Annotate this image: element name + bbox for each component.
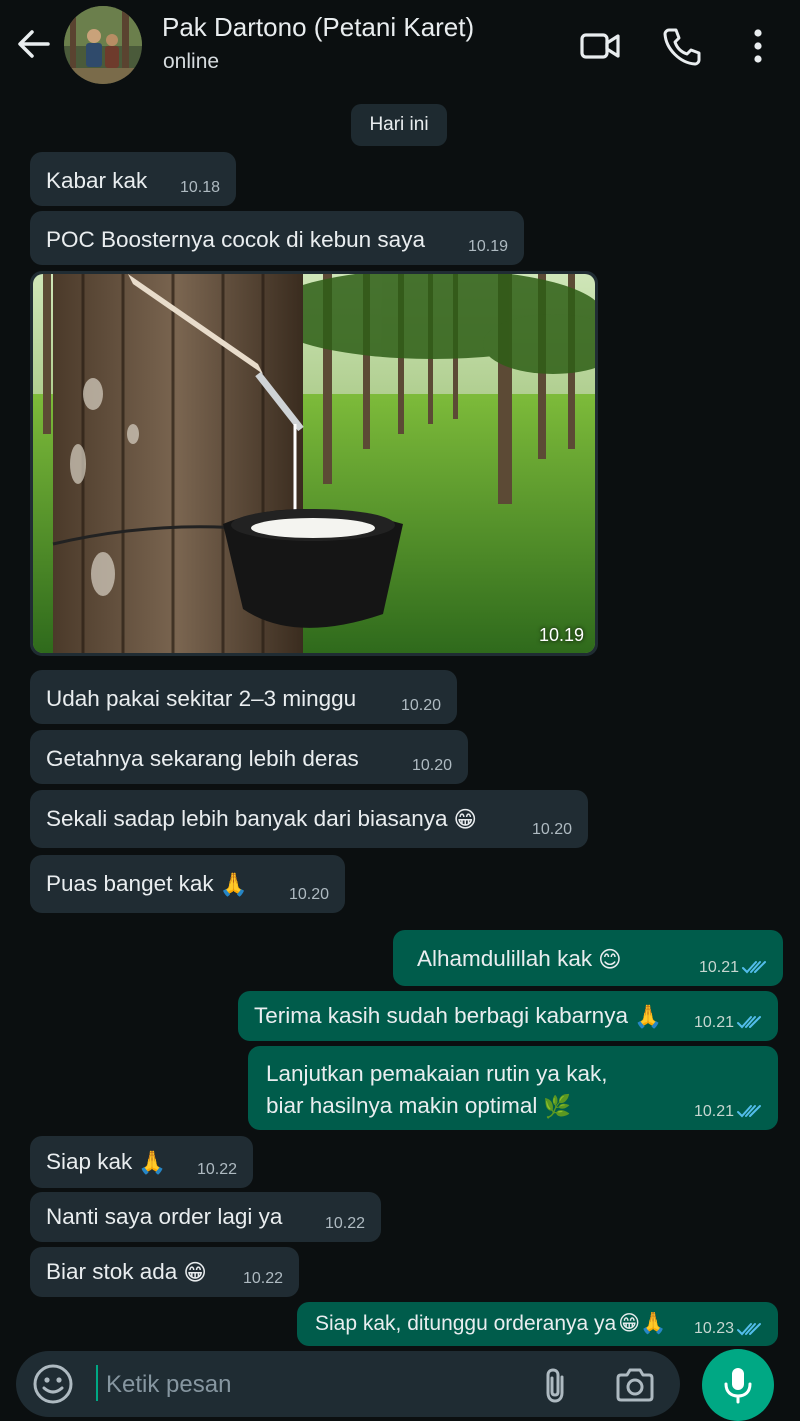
message-bubble-incoming[interactable]: POC Boosternya cocok di kebun saya 10.19 [30, 211, 524, 265]
double-check-read-icon [742, 961, 766, 974]
phone-icon[interactable] [660, 24, 704, 68]
message-text: Kabar kak [46, 168, 148, 193]
double-check-read-icon [737, 1323, 761, 1336]
message-time: 10.20 [288, 886, 329, 903]
message-text: Alhamdulillah kak 😊 [417, 943, 622, 976]
message-bubble-outgoing[interactable]: Siap kak, ditunggu orderanya ya😁🙏 10.23 [297, 1302, 778, 1346]
message-time: 10.21 [693, 1014, 734, 1031]
arrow-left-icon[interactable] [14, 24, 54, 64]
text-cursor [96, 1365, 98, 1401]
grinning-emoji-icon: 😁 [183, 1260, 207, 1286]
message-bubble-incoming[interactable]: Getahnya sekarang lebih deras 10.20 [30, 730, 468, 784]
message-time: 10.20 [531, 821, 572, 838]
message-text-body: Terima kasih sudah berbagi kabarnya [254, 1003, 628, 1028]
date-chip: Hari ini [351, 104, 447, 146]
message-time: 10.22 [242, 1270, 283, 1287]
double-check-read-icon [737, 1016, 761, 1029]
message-bubble-incoming[interactable]: Puas banget kak 🙏 10.20 [30, 855, 345, 913]
message-time: 10.18 [179, 179, 220, 196]
folded-hands-emoji-icon: 🙏 [138, 1150, 167, 1176]
attach-icon[interactable] [536, 1365, 576, 1405]
message-input[interactable] [104, 1362, 528, 1408]
message-text-body: Biar stok ada [46, 1259, 178, 1284]
contact-name[interactable]: Pak Dartono (Petani Karet) [162, 12, 474, 43]
message-bubble-incoming[interactable]: Biar stok ada 😁 10.22 [30, 1247, 299, 1297]
message-text-body: Sekali sadap lebih banyak dari biasanya [46, 806, 448, 831]
message-line-2: biar hasilnya makin optimal [266, 1093, 538, 1118]
message-time: 10.20 [400, 697, 441, 714]
mic-button[interactable] [702, 1349, 774, 1421]
grinning-and-folded-hands-emoji-icon: 😁🙏 [618, 1312, 667, 1336]
message-bubble-outgoing[interactable]: Alhamdulillah kak 😊 10.21 [393, 930, 783, 986]
mic-icon [724, 1368, 752, 1404]
message-time: 10.21 [693, 1103, 734, 1120]
message-time: 10.22 [196, 1161, 237, 1178]
more-vertical-icon[interactable] [736, 24, 780, 68]
avatar[interactable] [64, 6, 142, 84]
message-bubble-incoming[interactable]: Sekali sadap lebih banyak dari biasanya 😁… [30, 790, 588, 848]
message-bubble-outgoing[interactable]: Lanjutkan pemakaian rutin ya kak, biar ha… [248, 1046, 778, 1130]
message-text-body: Siap kak, ditunggu orderanya ya [315, 1312, 617, 1335]
message-text-body: Puas banget kak [46, 871, 214, 896]
message-text: Lanjutkan pemakaian rutin ya kak, biar ha… [266, 1058, 607, 1123]
message-text: Terima kasih sudah berbagi kabarnya 🙏 [254, 1000, 662, 1033]
folded-hands-emoji-icon: 🙏 [633, 1004, 662, 1030]
message-time: 10.23 [693, 1320, 734, 1337]
message-text: Biar stok ada 😁 [46, 1256, 207, 1289]
video-call-icon[interactable] [578, 24, 622, 68]
message-text: Sekali sadap lebih banyak dari biasanya 😁 [46, 803, 477, 836]
message-bubble-outgoing[interactable]: Terima kasih sudah berbagi kabarnya 🙏 10.… [238, 991, 778, 1041]
image-message[interactable]: 10.19 [30, 271, 598, 656]
message-bubble-incoming[interactable]: Nanti saya order lagi ya 10.22 [30, 1192, 381, 1242]
message-time: 10.19 [538, 625, 584, 645]
message-time: 10.22 [324, 1215, 365, 1232]
message-text: Siap kak, ditunggu orderanya ya😁🙏 [315, 1308, 666, 1340]
smiling-emoji-icon: 😊 [598, 947, 622, 973]
emoji-icon[interactable] [32, 1363, 74, 1405]
double-check-read-icon [737, 1105, 761, 1118]
message-bubble-incoming[interactable]: Kabar kak 10.18 [30, 152, 236, 206]
camera-icon[interactable] [614, 1365, 656, 1405]
folded-hands-emoji-icon: 🙏 [219, 872, 248, 898]
message-text: Puas banget kak 🙏 [46, 868, 248, 901]
contact-status: online [163, 50, 220, 73]
grinning-emoji-icon: 😁 [453, 807, 477, 833]
message-text: Udah pakai sekitar 2–3 minggu [46, 686, 357, 711]
message-text: Getahnya sekarang lebih deras [46, 746, 359, 771]
message-text-body: Siap kak [46, 1149, 133, 1174]
message-text-body: Alhamdulillah kak [417, 946, 593, 971]
message-line-1: Lanjutkan pemakaian rutin ya kak, [266, 1061, 608, 1086]
message-text: Siap kak 🙏 [46, 1146, 166, 1179]
message-text: Nanti saya order lagi ya [46, 1204, 283, 1229]
chat-header: Pak Dartono (Petani Karet) online [0, 0, 800, 92]
message-text: POC Boosternya cocok di kebun saya [46, 227, 425, 252]
message-composer [16, 1351, 680, 1417]
rubber-tree-photo[interactable] [33, 274, 595, 653]
message-time: 10.20 [411, 757, 452, 774]
message-bubble-incoming[interactable]: Siap kak 🙏 10.22 [30, 1136, 253, 1188]
message-time: 10.21 [698, 959, 739, 976]
herb-emoji-icon: 🌿 [543, 1094, 572, 1120]
message-time: 10.19 [467, 238, 508, 255]
message-bubble-incoming[interactable]: Udah pakai sekitar 2–3 minggu 10.20 [30, 670, 457, 724]
